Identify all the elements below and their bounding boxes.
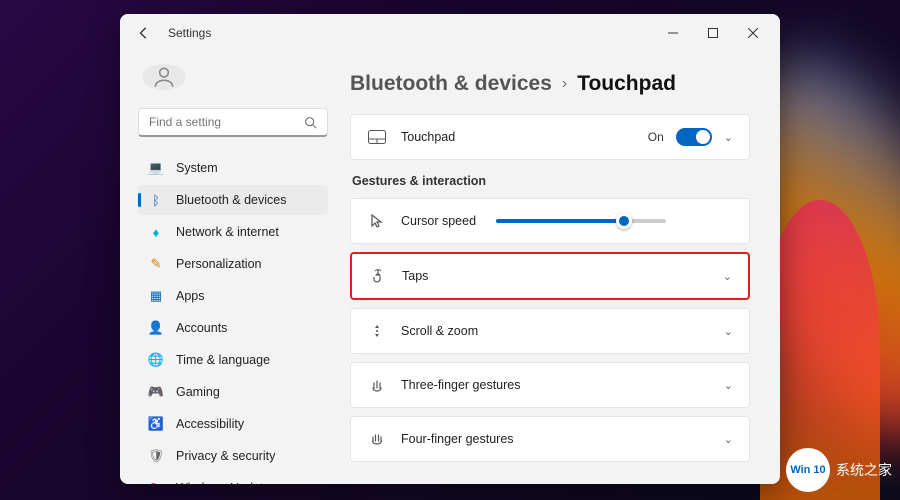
three-icon	[367, 375, 387, 395]
chevron-down-icon: ⌄	[724, 379, 733, 392]
sidebar-item-time-language[interactable]: 🌐 Time & language	[138, 345, 328, 375]
nav-label: Network & internet	[176, 225, 279, 239]
row-label: Cursor speed	[401, 214, 476, 228]
setting-row-three-finger-gestures[interactable]: Three-finger gestures⌄	[350, 362, 750, 408]
setting-row-taps[interactable]: Taps⌄	[350, 252, 750, 300]
nav-label: System	[176, 161, 218, 175]
nav-label: Bluetooth & devices	[176, 193, 287, 207]
breadcrumb-parent[interactable]: Bluetooth & devices	[350, 72, 552, 96]
toggle-state-label: On	[648, 130, 664, 144]
chevron-down-icon: ⌄	[724, 131, 733, 144]
row-label: Three-finger gestures	[401, 378, 724, 392]
arrow-left-icon	[137, 26, 151, 40]
search-input[interactable]	[149, 115, 304, 129]
user-avatar[interactable]	[142, 64, 186, 90]
settings-rows: Cursor speedTaps⌄Scroll & zoom⌄Three-fin…	[350, 198, 750, 462]
nav-icon: ▦	[148, 288, 164, 304]
maximize-icon	[708, 28, 718, 38]
chevron-right-icon: ›	[562, 75, 567, 93]
sidebar-item-network-internet[interactable]: ♦ Network & internet	[138, 217, 328, 247]
chevron-down-icon: ⌄	[723, 270, 732, 283]
nav-icon: ᛒ	[148, 192, 164, 208]
nav-label: Personalization	[176, 257, 261, 271]
touchpad-icon	[367, 127, 387, 147]
sidebar-item-personalization[interactable]: ✎ Personalization	[138, 249, 328, 279]
nav-icon: ♦	[148, 224, 164, 240]
search-box[interactable]	[138, 108, 328, 137]
watermark-text: 系统之家	[836, 460, 892, 480]
nav-icon: ↻	[148, 480, 164, 484]
setting-row-four-finger-gestures[interactable]: Four-finger gestures⌄	[350, 416, 750, 462]
nav-icon: ✎	[148, 256, 164, 272]
four-icon	[367, 429, 387, 449]
nav-list: 💻 System ᛒ Bluetooth & devices ♦ Network & in…	[138, 153, 328, 484]
row-label: Four-finger gestures	[401, 432, 724, 446]
nav-label: Accounts	[176, 321, 227, 335]
section-heading: Gestures & interaction	[352, 174, 750, 188]
sidebar-item-accounts[interactable]: 👤 Accounts	[138, 313, 328, 343]
nav-label: Gaming	[176, 385, 220, 399]
nav-icon: 💻	[148, 160, 164, 176]
breadcrumb-current: Touchpad	[577, 72, 676, 96]
maximize-button[interactable]	[694, 19, 732, 47]
nav-icon: 🛡	[148, 448, 164, 464]
nav-label: Privacy & security	[176, 449, 275, 463]
nav-label: Apps	[176, 289, 205, 303]
touchpad-toggle-card[interactable]: Touchpad On ⌄	[350, 114, 750, 160]
minimize-button[interactable]	[654, 19, 692, 47]
settings-window: Settings 💻 System ᛒ Bluetooth & devices ♦ Net…	[120, 14, 780, 484]
row-label: Scroll & zoom	[401, 324, 724, 338]
chevron-down-icon: ⌄	[724, 433, 733, 446]
card-right: On ⌄	[648, 128, 733, 146]
cursor-icon	[367, 211, 387, 231]
breadcrumb: Bluetooth & devices › Touchpad	[350, 72, 750, 96]
sidebar-item-apps[interactable]: ▦ Apps	[138, 281, 328, 311]
close-button[interactable]	[734, 19, 772, 47]
main-panel: Bluetooth & devices › Touchpad Touchpad …	[340, 52, 780, 484]
window-title: Settings	[168, 26, 211, 40]
sidebar-item-bluetooth-devices[interactable]: ᛒ Bluetooth & devices	[138, 185, 328, 215]
person-icon	[151, 64, 177, 90]
watermark: Win 10 系统之家	[786, 448, 892, 492]
touchpad-label: Touchpad	[401, 130, 648, 144]
nav-label: Windows Update	[176, 481, 271, 484]
sidebar-item-system[interactable]: 💻 System	[138, 153, 328, 183]
nav-icon: 🎮	[148, 384, 164, 400]
nav-icon: ♿	[148, 416, 164, 432]
nav-label: Accessibility	[176, 417, 244, 431]
search-icon	[304, 116, 317, 129]
content-area: 💻 System ᛒ Bluetooth & devices ♦ Network & in…	[120, 52, 780, 484]
close-icon	[748, 28, 758, 38]
nav-icon: 🌐	[148, 352, 164, 368]
sidebar: 💻 System ᛒ Bluetooth & devices ♦ Network & in…	[120, 52, 340, 484]
setting-row-scroll-zoom[interactable]: Scroll & zoom⌄	[350, 308, 750, 354]
cursor-speed-slider[interactable]	[496, 219, 733, 223]
sidebar-item-accessibility[interactable]: ♿ Accessibility	[138, 409, 328, 439]
setting-row-cursor-speed[interactable]: Cursor speed	[350, 198, 750, 244]
minimize-icon	[668, 28, 678, 38]
window-controls	[654, 19, 772, 47]
sidebar-item-privacy-security[interactable]: 🛡 Privacy & security	[138, 441, 328, 471]
watermark-badge: Win 10	[786, 448, 830, 492]
sidebar-item-windows-update[interactable]: ↻ Windows Update	[138, 473, 328, 484]
back-button[interactable]	[128, 17, 160, 49]
sidebar-item-gaming[interactable]: 🎮 Gaming	[138, 377, 328, 407]
row-label: Taps	[402, 269, 723, 283]
touchpad-toggle[interactable]	[676, 128, 712, 146]
titlebar: Settings	[120, 14, 780, 52]
chevron-down-icon: ⌄	[724, 325, 733, 338]
nav-label: Time & language	[176, 353, 270, 367]
nav-icon: 👤	[148, 320, 164, 336]
tap-icon	[368, 266, 388, 286]
scroll-icon	[367, 321, 387, 341]
